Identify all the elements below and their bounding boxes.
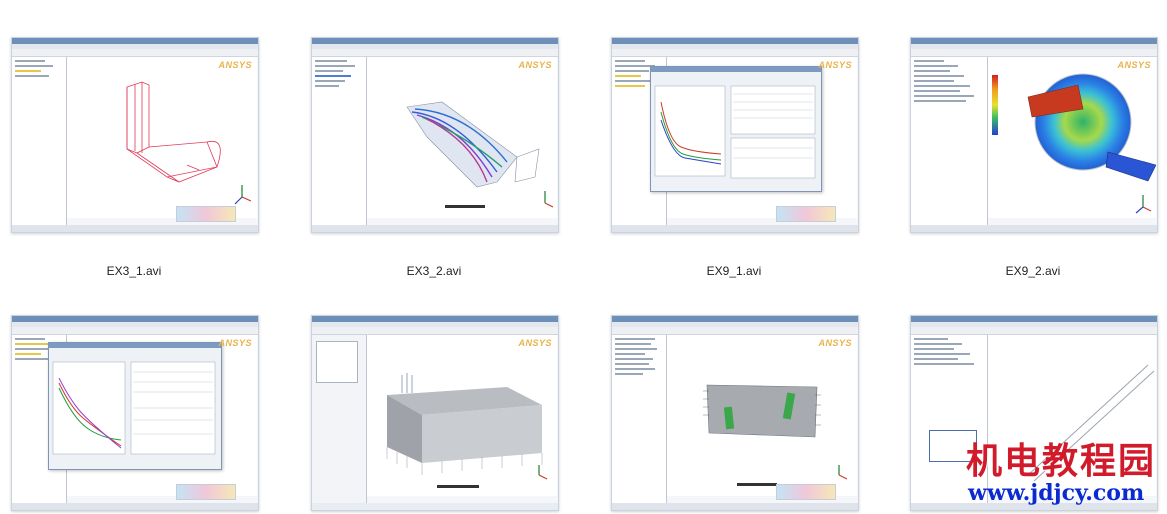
statusbar xyxy=(12,225,258,232)
toolbar xyxy=(12,49,258,57)
statusbar xyxy=(911,225,1157,232)
solver-dialog[interactable] xyxy=(650,66,822,192)
screenshot-frame: ANSYS xyxy=(11,315,259,511)
watermark-title: 机电教程园 xyxy=(966,440,1157,482)
tree-pane xyxy=(312,335,367,508)
app-logo: ANSYS xyxy=(218,60,252,70)
thumbnail-caption: EX3_2.avi xyxy=(406,264,462,278)
legend-box xyxy=(176,484,236,500)
app-logo: ANSYS xyxy=(1117,60,1151,70)
toolbar xyxy=(312,327,558,335)
graphics-viewport xyxy=(667,335,857,496)
temperature-contour-model xyxy=(992,73,1157,214)
app-logo: ANSYS xyxy=(818,60,852,70)
tree-pane xyxy=(911,57,988,230)
legend-box xyxy=(176,206,236,222)
details-pane xyxy=(612,335,667,508)
graphics-viewport xyxy=(988,57,1157,218)
convergence-plot xyxy=(52,361,216,455)
toolbar xyxy=(12,327,258,335)
watermark-url: www.jdjcy.com xyxy=(968,480,1145,506)
toolbar xyxy=(911,49,1157,57)
toolbar xyxy=(612,327,858,335)
statusbar xyxy=(312,225,558,232)
toolbar xyxy=(312,49,558,57)
graphics-viewport xyxy=(367,335,557,496)
solver-dialog[interactable] xyxy=(48,342,222,470)
thumbnail-caption: EX3_1.avi xyxy=(106,264,162,278)
app-logo: ANSYS xyxy=(818,338,852,348)
thumbnail-caption: EX9_2.avi xyxy=(1005,264,1061,278)
convergence-plot xyxy=(654,85,816,179)
graphics-viewport xyxy=(367,57,557,218)
screenshot-frame: ANSYS xyxy=(611,315,859,511)
app-logo: ANSYS xyxy=(518,338,552,348)
screenshot-frame: ANSYS xyxy=(311,37,559,233)
graphics-viewport xyxy=(67,57,257,218)
statusbar xyxy=(12,503,258,510)
statusbar xyxy=(312,503,558,510)
flow-streamlines-model xyxy=(406,101,554,208)
legend-box xyxy=(776,484,836,500)
screenshot-frame: ANSYS xyxy=(11,37,259,233)
toolbar xyxy=(911,327,1157,335)
toolbar xyxy=(612,49,858,57)
tree-pane xyxy=(12,57,67,230)
statusbar xyxy=(612,503,858,510)
tree-pane xyxy=(312,57,367,230)
pipe-wireframe-model xyxy=(126,81,252,205)
thumbnail-caption: EX9_1.avi xyxy=(706,264,762,278)
app-logo: ANSYS xyxy=(518,60,552,70)
screenshot-frame: ANSYS xyxy=(910,37,1158,233)
temperature-colorbar xyxy=(992,75,998,135)
app-logo: ANSYS xyxy=(218,338,252,348)
legend-box xyxy=(776,206,836,222)
statusbar xyxy=(612,225,858,232)
screenshot-frame: ANSYS xyxy=(311,315,559,511)
screenshot-frame: ANSYS xyxy=(611,37,859,233)
plate-mesh-model xyxy=(703,384,848,486)
mesh-block-model xyxy=(386,373,548,488)
